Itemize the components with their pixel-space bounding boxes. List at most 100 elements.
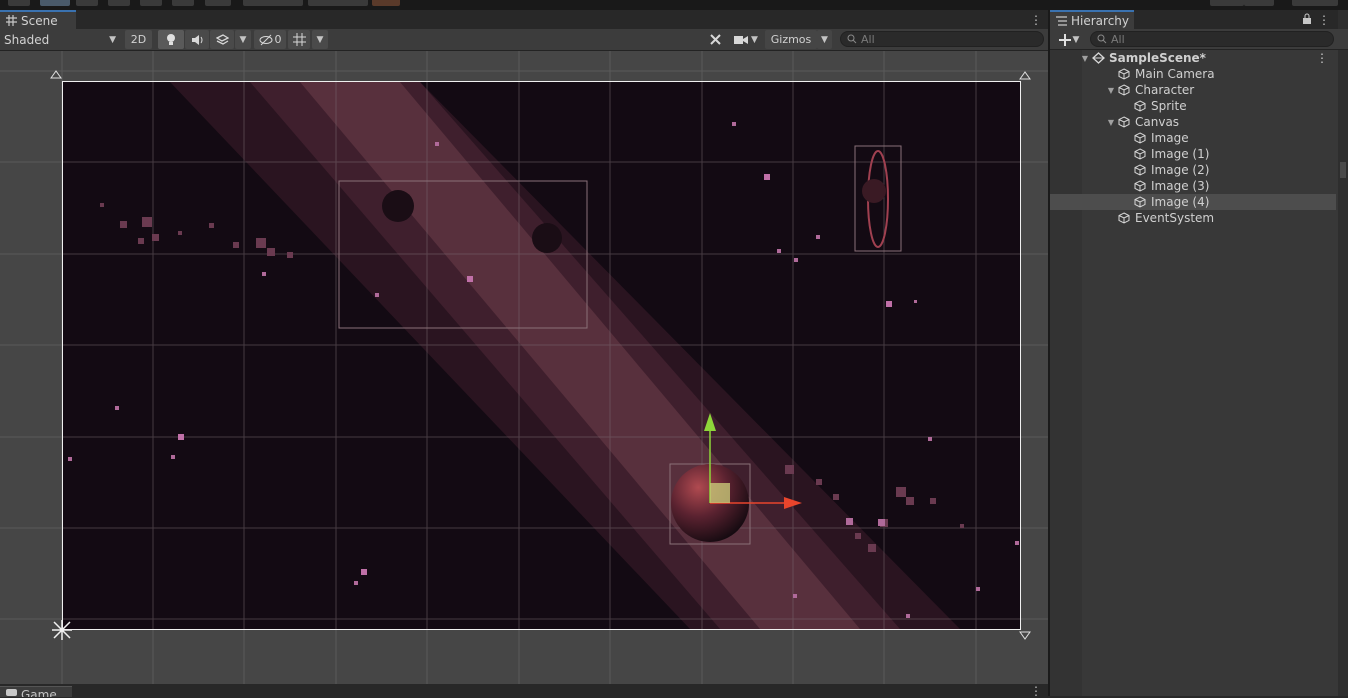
tab-hierarchy[interactable]: Hierarchy [1050, 10, 1134, 29]
cube-icon [1132, 148, 1148, 160]
hierarchy-item[interactable]: Image (3) [1050, 178, 1336, 194]
gamepad-icon [6, 689, 17, 696]
cube-icon [1132, 180, 1148, 192]
hierarchy-item[interactable]: Image (4) [1050, 194, 1336, 210]
scene-search-input[interactable]: All [840, 31, 1044, 47]
gizmos-label: Gizmos [770, 33, 812, 46]
cube-icon [1116, 68, 1132, 80]
kebab-icon[interactable]: ⋮ [1030, 13, 1042, 27]
lighting-toggle-button[interactable] [158, 30, 184, 49]
cube-icon [1132, 196, 1148, 208]
cube-icon [1132, 132, 1148, 144]
scene-viewport[interactable] [0, 51, 1048, 684]
2d-mode-label: 2D [130, 33, 147, 46]
gizmos-dropdown[interactable]: ▼ [817, 30, 832, 49]
hierarchy-item[interactable]: Image (2) [1050, 162, 1336, 178]
main-toolbar-strip [0, 0, 1348, 10]
scrollbar-thumb[interactable] [1340, 162, 1346, 178]
plus-icon [1058, 33, 1071, 46]
tool-button[interactable] [8, 0, 30, 6]
hierarchy-item[interactable]: ▼ Canvas [1050, 114, 1336, 130]
tool-button[interactable] [76, 0, 98, 6]
tool-button[interactable] [108, 0, 130, 6]
hierarchy-scrollbar[interactable] [1338, 50, 1348, 696]
hierarchy-scene-row[interactable]: ▼ SampleScene* ⋮ [1050, 50, 1336, 66]
chevron-down-icon: ▼ [821, 34, 828, 45]
hierarchy-item-label: Main Camera [1135, 67, 1215, 81]
effects-dropdown[interactable]: ▼ [235, 30, 251, 49]
moon-sprite[interactable] [532, 223, 562, 253]
tool-button[interactable] [372, 0, 400, 6]
lock-icon[interactable] [1302, 13, 1312, 25]
tool-button[interactable] [1244, 0, 1274, 6]
eye-hidden-icon [259, 34, 272, 45]
hierarchy-search-placeholder: All [1111, 32, 1125, 46]
tools-button[interactable] [704, 30, 726, 49]
light-bulb-icon [167, 34, 175, 45]
cube-icon [1132, 164, 1148, 176]
speaker-icon [191, 34, 202, 45]
kebab-icon[interactable]: ⋮ [1316, 51, 1328, 65]
tool-button[interactable] [40, 0, 70, 6]
tab-scene-label: Scene [21, 13, 58, 28]
hierarchy-item-label: Image (1) [1151, 147, 1210, 161]
tool-button[interactable] [140, 0, 162, 6]
search-icon [847, 34, 857, 44]
effects-toggle-button[interactable] [210, 30, 234, 49]
hierarchy-item[interactable]: Image [1050, 130, 1336, 146]
hierarchy-item[interactable]: ▼ Character [1050, 82, 1336, 98]
scene-view-canvas[interactable] [0, 51, 1048, 684]
hierarchy-item-label: Image [1151, 131, 1189, 145]
tab-scene[interactable]: Scene [0, 10, 76, 29]
hierarchy-item[interactable]: Main Camera [1050, 66, 1336, 82]
panel-edge [1338, 10, 1348, 29]
tool-button[interactable] [308, 0, 368, 6]
tools-icon [709, 34, 721, 45]
hierarchy-item[interactable]: EventSystem [1050, 210, 1336, 226]
scene-tab-bar: Scene ⋮ [0, 10, 1048, 29]
tool-button[interactable] [1210, 0, 1244, 6]
scene-search-placeholder: All [861, 32, 875, 46]
scene-panel: Scene ⋮ Shaded ▼ 2D ▼ 0 ▼ ▼ Gizmos ▼ All [0, 10, 1048, 684]
gizmos-button[interactable]: Gizmos [765, 30, 817, 49]
hidden-objects-toggle[interactable]: 0 [254, 30, 286, 49]
moon-sprite[interactable] [382, 190, 414, 222]
hierarchy-search-input[interactable]: All [1090, 31, 1334, 47]
hierarchy-item-label: Character [1135, 83, 1195, 97]
expand-arrow-icon[interactable]: ▼ [1106, 118, 1116, 127]
hierarchy-item-label: Sprite [1151, 99, 1187, 113]
chevron-down-icon: ▼ [316, 34, 324, 45]
chevron-down-icon: ▼ [1072, 34, 1080, 45]
hierarchy-item[interactable]: Image (1) [1050, 146, 1336, 162]
hierarchy-item[interactable]: Sprite [1050, 98, 1336, 114]
audio-toggle-button[interactable] [185, 30, 209, 49]
grid-toggle-button[interactable] [288, 30, 310, 49]
background-image[interactable] [63, 82, 1020, 629]
tool-button[interactable] [243, 0, 303, 6]
tool-button[interactable] [172, 0, 194, 6]
effects-icon [215, 33, 229, 45]
hierarchy-item-label: Canvas [1135, 115, 1180, 129]
tab-game[interactable]: Game [0, 686, 72, 697]
2d-mode-button[interactable]: 2D [125, 30, 152, 49]
add-object-button[interactable]: ▼ [1056, 30, 1082, 49]
expand-arrow-icon[interactable]: ▼ [1080, 54, 1090, 63]
hierarchy-item-label: EventSystem [1135, 211, 1215, 225]
camera-settings-button[interactable]: ▼ [730, 30, 762, 49]
cube-icon [1132, 100, 1148, 112]
expand-arrow-icon[interactable]: ▼ [1106, 86, 1116, 95]
anchor-icon[interactable] [52, 620, 72, 640]
chevron-down-icon: ▼ [239, 34, 247, 45]
search-icon [1097, 34, 1107, 44]
tool-button[interactable] [1292, 0, 1338, 6]
ringed-planet-body [862, 179, 886, 203]
cube-icon [1116, 212, 1132, 224]
hierarchy-item-label: SampleScene* [1109, 51, 1206, 65]
shading-mode-dropdown[interactable]: Shaded ▼ [0, 30, 120, 49]
tool-button[interactable] [205, 0, 231, 6]
camera-icon [734, 35, 749, 44]
cube-icon [1116, 84, 1132, 96]
kebab-icon[interactable]: ⋮ [1318, 13, 1330, 27]
cube-icon [1116, 116, 1132, 128]
grid-dropdown[interactable]: ▼ [312, 30, 328, 49]
